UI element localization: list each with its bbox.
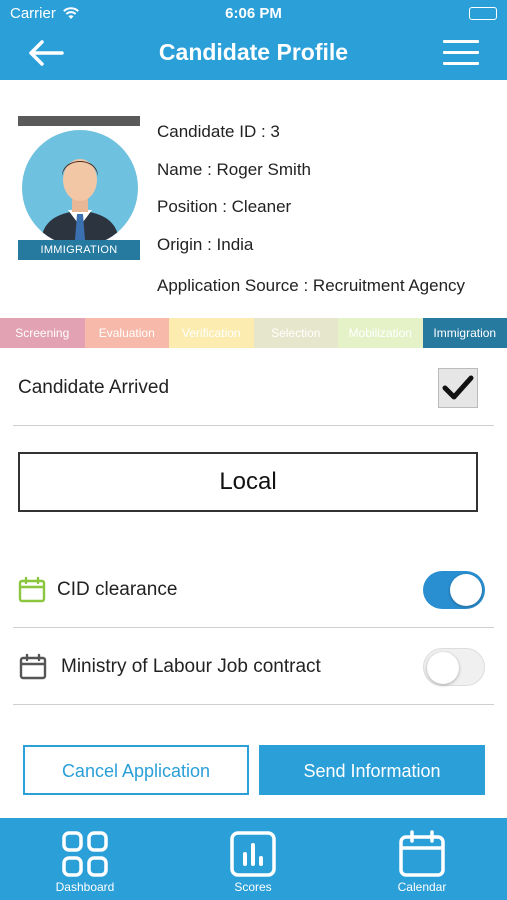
clock: 6:06 PM bbox=[225, 5, 282, 22]
stage-selection[interactable]: Selection bbox=[253, 318, 338, 348]
labour-contract-toggle[interactable] bbox=[423, 648, 485, 686]
tab-scores[interactable]: Scores bbox=[193, 818, 313, 900]
status-badge: IMMIGRATION bbox=[18, 240, 140, 260]
tab-calendar[interactable]: Calendar bbox=[362, 818, 482, 900]
cancel-application-button[interactable]: Cancel Application bbox=[23, 745, 249, 795]
cid-clearance-toggle[interactable] bbox=[423, 571, 485, 609]
stage-evaluation[interactable]: Evaluation bbox=[84, 318, 169, 348]
tab-label: Scores bbox=[234, 880, 272, 894]
divider bbox=[13, 627, 494, 628]
local-button[interactable]: Local bbox=[18, 452, 478, 512]
candidate-arrived-label: Candidate Arrived bbox=[18, 377, 170, 398]
cid-clearance-label: CID clearance bbox=[57, 579, 178, 600]
candidate-arrived-checkbox[interactable] bbox=[438, 368, 478, 408]
tab-label: Calendar bbox=[397, 880, 447, 894]
calendar-icon bbox=[19, 653, 47, 681]
tab-dashboard[interactable]: Dashboard bbox=[25, 818, 145, 900]
page-title: Candidate Profile bbox=[158, 39, 349, 65]
checkmark-icon bbox=[442, 375, 474, 400]
avatar bbox=[22, 130, 138, 246]
candidate-id: Candidate ID : 3 bbox=[157, 122, 280, 141]
candidate-position: Position : Cleaner bbox=[157, 197, 292, 216]
divider bbox=[13, 425, 494, 426]
calendar-icon bbox=[18, 576, 46, 604]
tab-label: Dashboard bbox=[55, 880, 115, 894]
candidate-photo: IMMIGRATION bbox=[18, 116, 140, 262]
dashboard-grid-icon bbox=[61, 830, 109, 878]
candidate-source: Application Source : Recruitment Agency bbox=[157, 276, 466, 295]
battery-icon bbox=[469, 7, 497, 20]
stage-progress-bar: Screening Evaluation Verification Select… bbox=[0, 318, 507, 348]
status-bar: Carrier 6:06 PM bbox=[0, 0, 507, 28]
candidate-origin: Origin : India bbox=[157, 235, 254, 254]
divider bbox=[13, 704, 494, 705]
calendar-icon bbox=[398, 830, 446, 878]
stage-verification[interactable]: Verification bbox=[169, 318, 254, 348]
stage-screening[interactable]: Screening bbox=[0, 318, 85, 348]
candidate-name: Name : Roger Smith bbox=[157, 160, 311, 179]
labour-contract-label: Ministry of Labour Job contract bbox=[61, 656, 321, 677]
stage-mobilization[interactable]: Mobilization bbox=[338, 318, 423, 348]
tab-bar: Dashboard Scores Calendar bbox=[0, 818, 507, 900]
send-information-button[interactable]: Send Information bbox=[259, 745, 485, 795]
photo-top-bar bbox=[18, 116, 140, 126]
nav-bar: Candidate Profile bbox=[0, 28, 507, 80]
stage-immigration[interactable]: Immigration bbox=[422, 318, 507, 348]
bar-chart-icon bbox=[229, 830, 277, 878]
hamburger-menu-icon[interactable] bbox=[443, 40, 479, 68]
